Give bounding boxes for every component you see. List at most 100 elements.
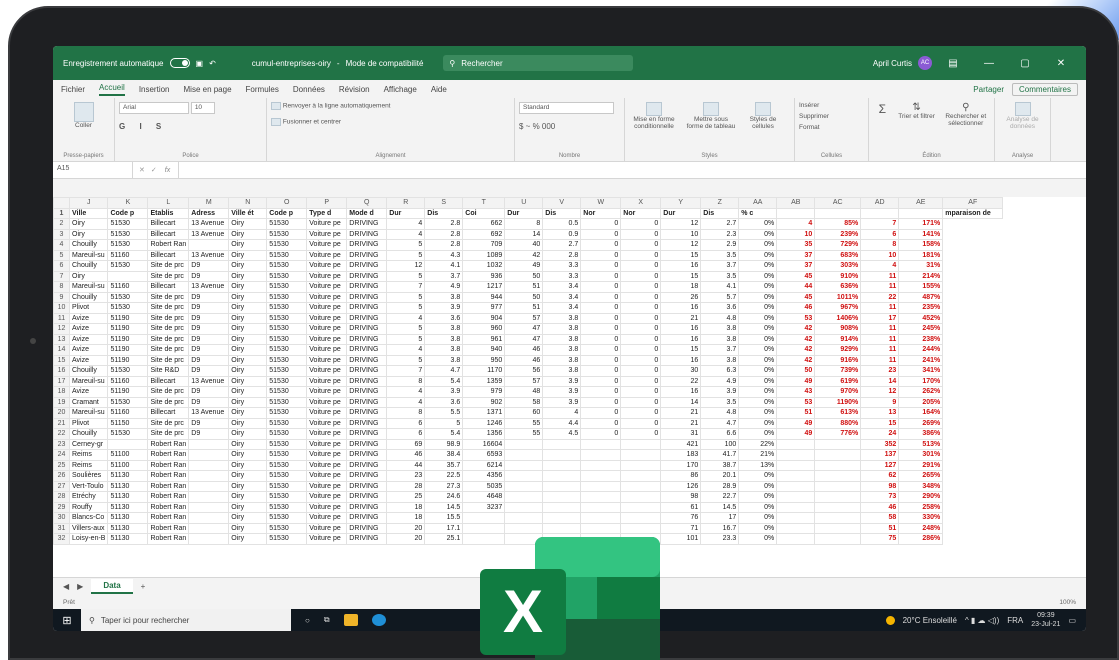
table-cell[interactable]: D9	[188, 302, 230, 314]
table-cell[interactable]: Robert Ran	[147, 449, 190, 461]
table-cell[interactable]: 0%	[738, 512, 778, 524]
table-cell[interactable]	[107, 270, 149, 282]
table-cell[interactable]: 51530	[107, 302, 149, 314]
table-cell[interactable]: 26	[660, 291, 702, 303]
table-cell[interactable]: Site de prc	[147, 396, 190, 408]
table-cell[interactable]: Avize	[68, 344, 109, 356]
table-cell[interactable]: D9	[188, 428, 230, 440]
table-cell[interactable]: 51130	[107, 501, 149, 513]
table-cell[interactable]: Billecart	[147, 218, 190, 230]
table-cell[interactable]: 1011%	[814, 291, 862, 303]
table-cell[interactable]: 4356	[462, 470, 506, 482]
table-cell[interactable]: 0%	[738, 407, 778, 419]
table-cell[interactable]: 0%	[738, 260, 778, 272]
table-cell[interactable]: 2.8	[424, 239, 464, 251]
table-cell[interactable]: 51530	[107, 228, 149, 240]
row-number[interactable]: 10	[53, 302, 70, 314]
table-cell[interactable]: 51530	[266, 249, 308, 261]
table-cell[interactable]: D9	[188, 365, 230, 377]
format-button[interactable]: Format	[799, 124, 864, 131]
table-cell[interactable]: Cramant	[68, 396, 109, 408]
row-number[interactable]: 27	[53, 480, 70, 492]
table-cell[interactable]: 5	[386, 302, 426, 314]
table-cell[interactable]: Voiture pe	[306, 533, 348, 545]
table-cell[interactable]: DRIVING	[346, 417, 388, 429]
table-cell[interactable]: 3.8	[700, 333, 740, 345]
table-cell[interactable]: 0	[580, 239, 622, 251]
row-number[interactable]: 14	[53, 344, 70, 356]
table-cell[interactable]: 977	[462, 302, 506, 314]
table-cell[interactable]	[814, 470, 862, 482]
table-cell[interactable]	[188, 512, 230, 524]
row-number[interactable]: 24	[53, 449, 70, 461]
table-cell[interactable]: Robert Ran	[147, 470, 190, 482]
table-cell[interactable]: 51150	[107, 417, 149, 429]
table-cell[interactable]: 0	[620, 333, 662, 345]
cond-format-button[interactable]: Mise en forme conditionnelle	[629, 116, 679, 130]
table-cell[interactable]: Billecart	[147, 375, 190, 387]
table-cell[interactable]: 6593	[462, 449, 506, 461]
table-cell[interactable]: 4.3	[424, 249, 464, 261]
table-cell[interactable]: 100	[700, 438, 740, 450]
zoom-level[interactable]: 100%	[1059, 599, 1076, 606]
table-cell[interactable]: 11	[860, 270, 900, 282]
table-cell[interactable]: 35.7	[424, 459, 464, 471]
table-cell[interactable]: 2.3	[700, 228, 740, 240]
table-cell[interactable]: 51	[860, 522, 900, 534]
table-cell[interactable]: 51100	[107, 449, 149, 461]
row-number[interactable]: 2	[53, 218, 70, 230]
table-cell[interactable]	[620, 459, 662, 471]
table-cell[interactable]: Oiry	[228, 449, 268, 461]
column-header[interactable]: V	[542, 197, 582, 209]
table-cell[interactable]: 0	[580, 407, 622, 419]
table-cell[interactable]: 73	[860, 491, 900, 503]
column-header[interactable]: T	[462, 197, 506, 209]
table-cell[interactable]: 4.1	[424, 260, 464, 272]
table-cell[interactable]	[814, 459, 862, 471]
table-cell[interactable]: 967%	[814, 302, 862, 314]
table-cell[interactable]: Oiry	[228, 501, 268, 513]
row-number[interactable]: 7	[53, 270, 70, 282]
table-cell[interactable]: 3.9	[542, 396, 582, 408]
table-cell[interactable]: 42	[776, 323, 816, 335]
table-cell[interactable]: 101	[660, 533, 702, 545]
table-cell[interactable]	[188, 470, 230, 482]
table-cell[interactable]: 5	[424, 417, 464, 429]
table-cell[interactable]: 0%	[738, 501, 778, 513]
table-cell[interactable]: 8	[386, 407, 426, 419]
table-cell[interactable]: 0%	[738, 386, 778, 398]
header-cell[interactable]: Mode d	[346, 207, 388, 219]
table-cell[interactable]: 28.9	[700, 480, 740, 492]
table-cell[interactable]: 1089	[462, 249, 506, 261]
table-cell[interactable]: 22.5	[424, 470, 464, 482]
table-cell[interactable]: Oiry	[228, 491, 268, 503]
table-cell[interactable]: 23	[386, 470, 426, 482]
column-header[interactable]: AD	[860, 197, 900, 209]
table-cell[interactable]: Voiture pe	[306, 459, 348, 471]
table-cell[interactable]: 155%	[898, 281, 944, 293]
table-cell[interactable]: 4.5	[542, 428, 582, 440]
table-cell[interactable]: DRIVING	[346, 302, 388, 314]
table-cell[interactable]: Villers-aux	[68, 522, 109, 534]
table-cell[interactable]	[542, 449, 582, 461]
table-cell[interactable]: 42	[776, 344, 816, 356]
table-cell[interactable]: 53	[776, 396, 816, 408]
table-cell[interactable]: 75	[860, 533, 900, 545]
table-cell[interactable]: 51100	[107, 459, 149, 471]
table-cell[interactable]	[620, 449, 662, 461]
table-cell[interactable]	[542, 459, 582, 471]
table-cell[interactable]: 46	[386, 449, 426, 461]
column-header[interactable]: S	[424, 197, 464, 209]
table-cell[interactable]: Oiry	[228, 512, 268, 524]
table-cell[interactable]: 15	[660, 249, 702, 261]
table-cell[interactable]: 38.7	[700, 459, 740, 471]
taskbar-search[interactable]: ⚲ Taper ici pour rechercher	[81, 609, 291, 631]
table-cell[interactable]	[776, 449, 816, 461]
header-cell[interactable]: Code p	[266, 207, 308, 219]
table-cell[interactable]: 6214	[462, 459, 506, 471]
notification-icon[interactable]: ▭	[1068, 616, 1076, 625]
column-header[interactable]: Q	[346, 197, 388, 209]
table-cell[interactable]: 21	[660, 407, 702, 419]
fx-icon[interactable]: fx	[157, 167, 178, 174]
table-cell[interactable]: 3.8	[700, 323, 740, 335]
